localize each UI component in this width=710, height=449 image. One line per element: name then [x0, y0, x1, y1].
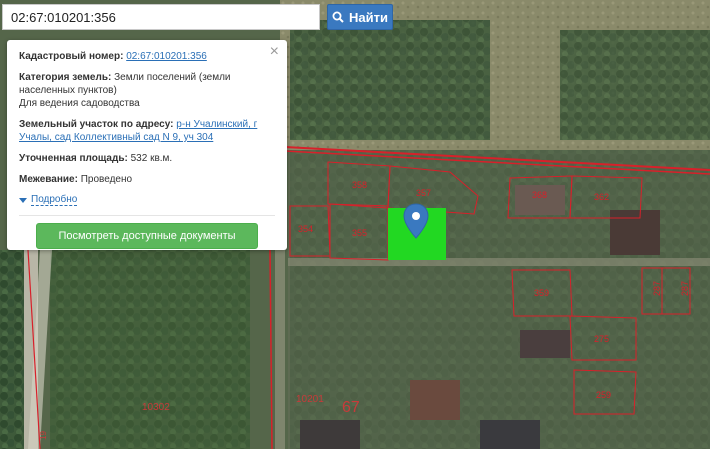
parcel-label: 362	[594, 192, 609, 202]
details-toggle[interactable]: Подробно	[19, 194, 275, 206]
cadastral-number-row: Кадастровый номер: 02:67:010201:356	[19, 50, 275, 63]
area-value: 532 кв.м.	[130, 153, 173, 164]
land-category-value-cont: населенных пунктов)	[19, 85, 117, 96]
edge-label: 19	[39, 431, 48, 440]
parcel-label: 359	[534, 288, 549, 298]
parcel-label: 287	[680, 281, 690, 296]
address-row: Земельный участок по адресу: р-н Учалинс…	[19, 118, 275, 144]
address-link[interactable]: р-н Учалинский, г	[176, 119, 257, 130]
search-icon	[332, 11, 344, 23]
triangle-down-icon	[19, 197, 27, 203]
survey-label: Межевание:	[19, 174, 78, 185]
parcel-label: 355	[352, 228, 367, 238]
address-label: Земельный участок по адресу:	[19, 119, 174, 130]
search-input[interactable]	[2, 4, 320, 30]
parcel-info-card: × Кадастровый номер: 02:67:010201:356 Ка…	[7, 40, 287, 250]
survey-row: Межевание: Проведено	[19, 173, 275, 186]
parcel-label: 287	[652, 281, 662, 296]
search-button-label: Найти	[349, 9, 388, 25]
divider	[19, 215, 275, 216]
land-category-row: Категория земель: Земли поселений (земли…	[19, 71, 275, 110]
block-label: 67	[342, 399, 360, 416]
parcel-label: 368	[532, 190, 547, 200]
area-row: Уточненная площадь: 532 кв.м.	[19, 152, 275, 165]
block-label: 10201	[296, 394, 324, 405]
parcel-label: 358	[352, 180, 367, 190]
parcel-label: 357	[416, 188, 431, 198]
block-label: 10302	[142, 402, 170, 413]
address-link-cont[interactable]: Учалы, сад Коллективный сад N 9, уч 304	[19, 132, 213, 143]
parcel-label: 275	[594, 334, 609, 344]
cadastral-number-label: Кадастровый номер:	[19, 51, 124, 62]
search-bar: Найти	[0, 0, 710, 36]
land-category-label: Категория земель:	[19, 72, 112, 83]
details-label: Подробно	[31, 194, 78, 206]
view-documents-button[interactable]: Посмотреть доступные документы	[36, 223, 258, 249]
area-label: Уточненная площадь:	[19, 153, 128, 164]
parcel-label: 354	[298, 224, 313, 234]
survey-value: Проведено	[80, 174, 133, 185]
search-button[interactable]: Найти	[327, 4, 393, 30]
parcel-label: 259	[596, 390, 611, 400]
land-category-value: Земли поселений (земли	[114, 72, 231, 83]
cadastral-number-link[interactable]: 02:67:010201:356	[126, 51, 207, 62]
land-purpose: Для ведения садоводства	[19, 98, 140, 109]
close-icon[interactable]: ×	[270, 44, 279, 60]
